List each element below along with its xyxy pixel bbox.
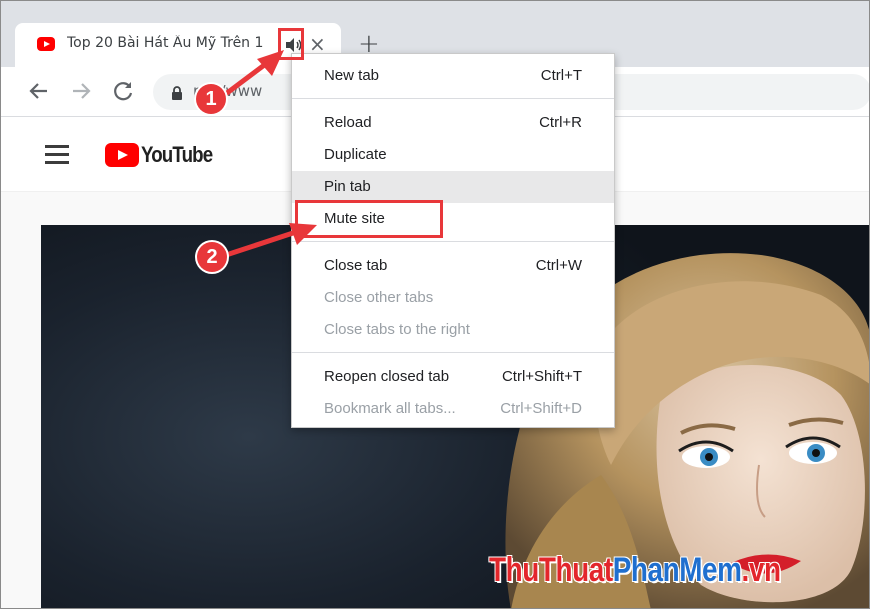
menu-item-duplicate[interactable]: Duplicate xyxy=(292,139,614,171)
speaker-highlight-box xyxy=(278,28,304,60)
menu-item-label: Bookmark all tabs... xyxy=(324,400,456,417)
menu-item-new-tab[interactable]: New tab Ctrl+T xyxy=(292,60,614,92)
menu-item-shortcut: Ctrl+Shift+T xyxy=(501,368,582,385)
youtube-favicon-icon xyxy=(37,37,55,51)
menu-item-label: Close tab xyxy=(324,257,388,274)
menu-item-pin-tab[interactable]: Pin tab xyxy=(292,171,614,203)
watermark-part3: .vn xyxy=(741,551,781,589)
menu-item-label: Reopen closed tab xyxy=(324,368,450,385)
menu-item-reload[interactable]: Reload Ctrl+R xyxy=(292,107,614,139)
menu-item-label: Pin tab xyxy=(324,178,371,195)
watermark-part2: PhanMem xyxy=(612,551,742,589)
menu-item-close-other-tabs[interactable]: Close other tabs xyxy=(292,282,614,314)
browser-window: Top 20 Bài Hát Âu Mỹ Trên 1 × + ps://www… xyxy=(0,0,870,609)
menu-item-bookmark-all-tabs[interactable]: Bookmark all tabs... Ctrl+Shift+D xyxy=(292,393,614,425)
tab-title: Top 20 Bài Hát Âu Mỹ Trên 1 xyxy=(67,35,264,51)
menu-item-close-tab[interactable]: Close tab Ctrl+W xyxy=(292,250,614,282)
menu-item-reopen-closed-tab[interactable]: Reopen closed tab Ctrl+Shift+T xyxy=(292,361,614,393)
menu-item-label: Duplicate xyxy=(324,146,387,163)
reload-icon[interactable] xyxy=(109,77,137,105)
menu-item-shortcut: Ctrl+R xyxy=(539,114,582,131)
menu-item-label: New tab xyxy=(324,67,380,84)
menu-item-label: Close other tabs xyxy=(324,289,434,306)
step-1-badge: 1 xyxy=(196,84,226,114)
menu-divider xyxy=(292,241,614,242)
hamburger-icon[interactable] xyxy=(45,145,69,165)
menu-item-shortcut: Ctrl+T xyxy=(540,67,582,84)
menu-item-shortcut: Ctrl+Shift+D xyxy=(500,400,582,417)
arrow-right-icon[interactable] xyxy=(67,77,95,105)
lock-icon xyxy=(171,85,183,104)
menu-item-label: Close tabs to the right xyxy=(324,321,470,338)
mute-site-highlight-box xyxy=(295,200,443,238)
menu-item-label: Reload xyxy=(324,114,372,131)
menu-item-close-tabs-right[interactable]: Close tabs to the right xyxy=(292,314,614,346)
step-2-badge: 2 xyxy=(197,242,227,272)
youtube-play-icon xyxy=(105,143,139,167)
watermark-part1: ThuThuat xyxy=(489,551,613,589)
youtube-logo[interactable]: YouTube xyxy=(105,140,225,170)
menu-divider xyxy=(292,98,614,99)
arrow-left-icon[interactable] xyxy=(25,77,53,105)
tab-context-menu: New tab Ctrl+T Reload Ctrl+R Duplicate P… xyxy=(291,53,615,428)
menu-item-shortcut: Ctrl+W xyxy=(535,257,582,274)
menu-divider xyxy=(292,352,614,353)
watermark-logo: ThuThuatPhanMem.vn xyxy=(489,551,781,590)
youtube-logo-text: YouTube xyxy=(141,142,213,167)
